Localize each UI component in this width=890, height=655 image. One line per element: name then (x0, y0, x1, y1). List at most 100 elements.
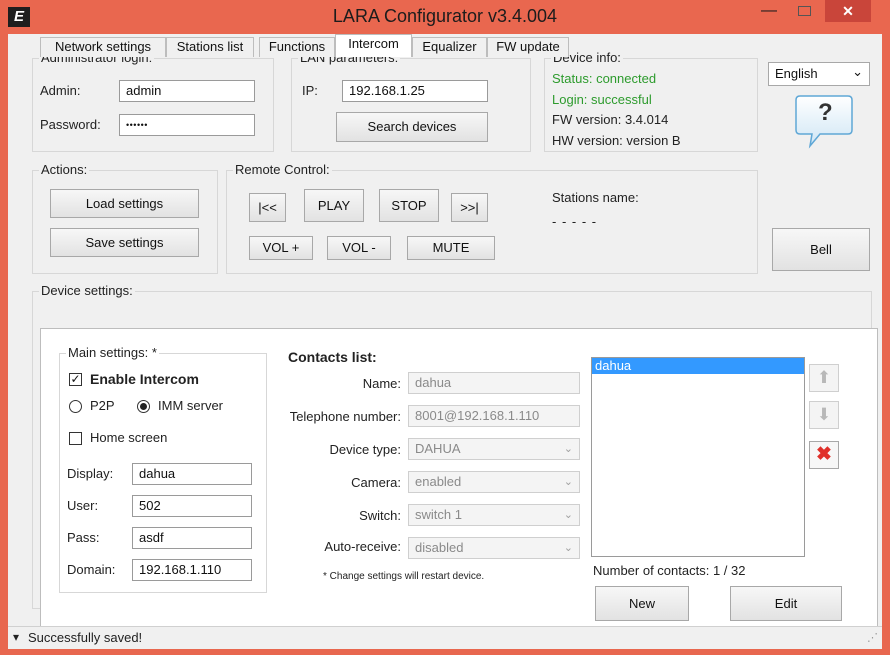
delete-icon: ✖ (816, 444, 832, 465)
edit-contact-button[interactable]: Edit (730, 586, 842, 621)
hw-version: HW version: version B (552, 133, 681, 148)
imm-server-radio[interactable] (137, 400, 150, 413)
status-arrow-icon[interactable]: ▾ (13, 630, 19, 644)
contacts-list-title: Contacts list: (288, 349, 377, 365)
close-button[interactable]: ✕ (825, 0, 871, 22)
remote-legend: Remote Control: (233, 162, 332, 177)
display-input[interactable]: dahua (132, 463, 252, 485)
p2p-radio[interactable] (69, 400, 82, 413)
save-settings-button[interactable]: Save settings (50, 228, 199, 257)
device-type-label: Device type: (329, 442, 401, 457)
stations-name-value: - - - - - (552, 214, 598, 229)
connection-status: Status: connected (552, 71, 657, 86)
domain-input[interactable]: 192.168.1.110 (132, 559, 252, 581)
password-label: Password: (40, 117, 101, 132)
imm-server-label: IMM server (158, 398, 223, 413)
fw-version: FW version: 3.4.014 (552, 112, 669, 127)
restart-note: * Change settings will restart device. (323, 571, 485, 582)
pass-label: Pass: (67, 530, 100, 545)
ip-label: IP: (302, 83, 318, 98)
device-info-group: Device info: Status: connected Login: su… (544, 50, 758, 152)
lan-parameters-group: LAN parameters: IP: 192.168.1.25 Search … (291, 50, 531, 152)
telephone-number-input[interactable]: 8001@192.168.1.110 (408, 405, 580, 427)
enable-intercom-label: Enable Intercom (90, 371, 199, 387)
chevron-down-icon: ⌄ (852, 64, 863, 79)
volume-down-button[interactable]: VOL - (327, 236, 391, 260)
stations-name-label: Stations name: (552, 190, 639, 205)
help-glyph: ? (818, 99, 833, 126)
user-label: User: (67, 498, 99, 513)
help-button[interactable]: ? (794, 94, 854, 149)
display-label: Display: (67, 466, 114, 481)
password-input[interactable]: •••••• (119, 114, 255, 136)
volume-up-button[interactable]: VOL + (249, 236, 313, 260)
tab-functions[interactable]: Functions (259, 37, 335, 57)
auto-receive-value: disabled (415, 540, 464, 555)
list-item[interactable]: dahua (592, 358, 804, 374)
tab-fw-update[interactable]: FW update (487, 37, 569, 57)
domain-label: Domain: (67, 562, 116, 577)
pass-input[interactable]: asdf (132, 527, 252, 549)
tab-intercom[interactable]: Intercom (335, 34, 412, 57)
actions-group: Actions: Load settings Save settings (32, 162, 218, 274)
mute-button[interactable]: MUTE (407, 236, 495, 260)
auto-receive-select[interactable]: disabled ⌄ (408, 537, 580, 559)
resize-grip-icon[interactable]: ⋰ (867, 631, 878, 644)
auto-receive-label: Auto-receive: (324, 539, 401, 554)
switch-label: Switch: (359, 508, 401, 523)
admin-login-group: Administrator login: Admin: admin Passwo… (32, 50, 274, 152)
contact-name-input[interactable]: dahua (408, 372, 580, 394)
previous-button[interactable]: |<< (249, 193, 286, 222)
admin-label: Admin: (40, 83, 81, 98)
enable-intercom-checkbox[interactable]: ✓ (69, 373, 82, 386)
app-window: E LARA Configurator v3.4.004 — ✕ Adminis… (0, 0, 890, 655)
intercom-tab-panel: Main settings: * ✓ Enable Intercom P2P I… (40, 328, 878, 632)
bell-button[interactable]: Bell (772, 228, 870, 271)
contacts-count: Number of contacts: 1 / 32 (593, 563, 746, 578)
main-settings-group: Main settings: * ✓ Enable Intercom P2P I… (59, 345, 267, 593)
actions-legend: Actions: (39, 162, 90, 177)
language-select[interactable]: English ⌄ (768, 62, 870, 86)
chevron-down-icon: ⌄ (563, 542, 573, 554)
p2p-label: P2P (90, 398, 115, 413)
user-input[interactable]: 502 (132, 495, 252, 517)
contacts-listbox[interactable]: dahua (591, 357, 805, 557)
home-screen-checkbox[interactable] (69, 432, 82, 445)
maximize-button[interactable] (790, 0, 818, 22)
play-button[interactable]: PLAY (304, 189, 364, 222)
chevron-down-icon: ⌄ (563, 476, 573, 488)
next-button[interactable]: >>| (451, 193, 488, 222)
ip-input[interactable]: 192.168.1.25 (342, 80, 488, 102)
tab-equalizer[interactable]: Equalizer (412, 37, 487, 57)
move-up-button[interactable]: ⬆ (809, 364, 839, 392)
stop-button[interactable]: STOP (379, 189, 439, 222)
load-settings-button[interactable]: Load settings (50, 189, 199, 218)
title-bar[interactable]: E LARA Configurator v3.4.004 — ✕ (0, 0, 890, 34)
arrow-up-icon: ⬆ (816, 368, 832, 387)
camera-select[interactable]: enabled ⌄ (408, 471, 580, 493)
device-settings-legend: Device settings: (39, 283, 135, 298)
switch-select[interactable]: switch 1 ⌄ (408, 504, 580, 526)
device-type-value: DAHUA (415, 441, 461, 456)
move-down-button[interactable]: ⬇ (809, 401, 839, 429)
chevron-down-icon: ⌄ (563, 443, 573, 455)
tab-stations-list[interactable]: Stations list (166, 37, 254, 57)
chevron-down-icon: ⌄ (563, 509, 573, 521)
camera-value: enabled (415, 474, 462, 489)
main-settings-legend: Main settings: * (66, 345, 159, 360)
language-value: English (775, 66, 818, 81)
status-bar: ▾ Successfully saved! ⋰ (8, 626, 882, 649)
client-area: Administrator login: Admin: admin Passwo… (8, 34, 882, 648)
new-contact-button[interactable]: New (595, 586, 689, 621)
device-type-select[interactable]: DAHUA ⌄ (408, 438, 580, 460)
admin-input[interactable]: admin (119, 80, 255, 102)
telephone-number-label: Telephone number: (289, 409, 401, 424)
tab-network-settings[interactable]: Network settings (40, 37, 166, 57)
search-devices-button[interactable]: Search devices (336, 112, 488, 142)
camera-label: Camera: (351, 475, 401, 490)
minimize-button[interactable]: — (754, 0, 784, 22)
delete-contact-button[interactable]: ✖ (809, 441, 839, 469)
remote-control-group: Remote Control: |<< PLAY STOP >>| VOL + … (226, 162, 758, 274)
arrow-down-icon: ⬇ (816, 405, 832, 424)
contact-name-label: Name: (362, 376, 401, 391)
